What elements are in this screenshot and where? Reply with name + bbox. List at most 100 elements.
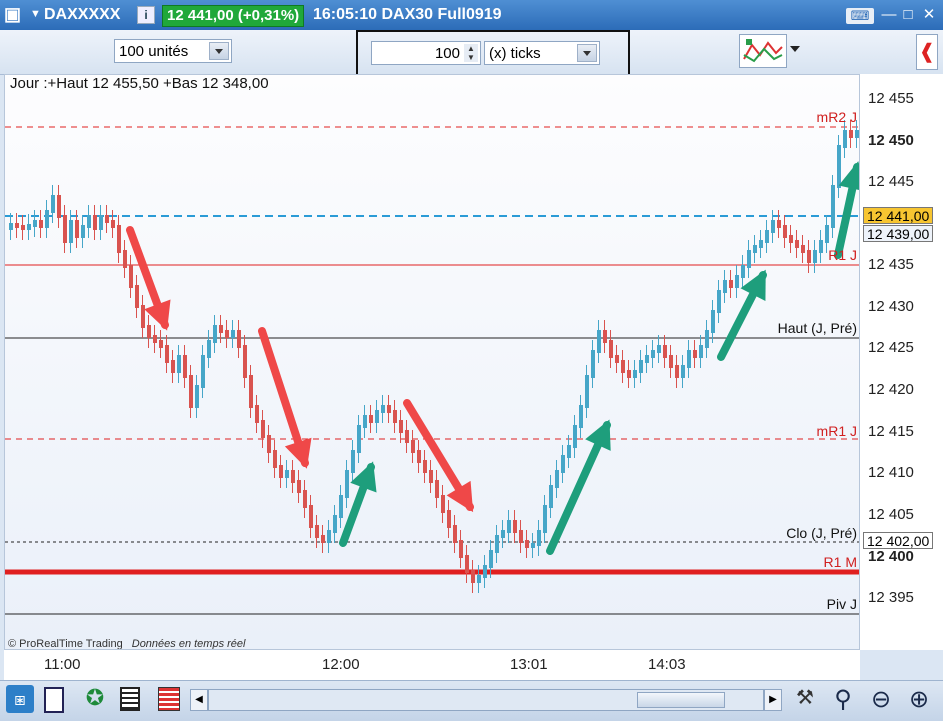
- candle-body: [813, 250, 817, 263]
- candle-body: [579, 405, 583, 428]
- time-axis[interactable]: 11:00 12:00 13:01 14:03: [4, 650, 860, 680]
- time-tick: 14:03: [648, 656, 686, 673]
- price-tick: 12 405: [868, 506, 914, 523]
- candle-body: [669, 355, 673, 368]
- instrument-name[interactable]: DAXXXXX: [44, 6, 120, 24]
- price-tick: 12 425: [868, 339, 914, 356]
- candle-body: [753, 245, 757, 253]
- time-tick: 12:00: [322, 656, 360, 673]
- candle-body: [231, 330, 235, 338]
- candle-body: [519, 530, 523, 543]
- mr2-label: mR2 J: [816, 109, 857, 125]
- candle-body: [699, 345, 703, 358]
- candle-body: [117, 225, 121, 253]
- candlestick-chart[interactable]: [5, 75, 860, 650]
- candle-body: [291, 470, 295, 483]
- candle-body: [63, 215, 67, 243]
- order-book-icon[interactable]: [158, 687, 180, 711]
- window-menu-icon[interactable]: ▣: [4, 4, 21, 25]
- maximize-icon[interactable]: □: [899, 6, 917, 24]
- scroll-right-button[interactable]: ▶: [764, 689, 782, 711]
- candle-body: [39, 220, 43, 228]
- candle-body: [405, 430, 409, 443]
- list-icon[interactable]: [120, 687, 140, 711]
- candle-body: [717, 290, 721, 313]
- candle-body: [105, 215, 109, 223]
- price-tick: 12 445: [868, 173, 914, 190]
- keyboard-icon[interactable]: ⌨: [846, 8, 874, 24]
- info-icon[interactable]: i: [137, 6, 155, 24]
- candle-body: [429, 470, 433, 483]
- candle-body: [771, 220, 775, 233]
- candle-body: [489, 550, 493, 568]
- footer-note: Données en temps réel: [131, 638, 246, 650]
- candle-body: [537, 530, 541, 546]
- drawing-tool-icon[interactable]: ⚒: [792, 685, 818, 715]
- chevron-down-icon[interactable]: [577, 44, 597, 62]
- candle-body: [183, 355, 187, 378]
- candle-body: [273, 450, 277, 468]
- candle-body: [33, 220, 37, 227]
- r1m-label: R1 M: [823, 554, 857, 570]
- candle-body: [345, 470, 349, 498]
- candle-body: [129, 265, 133, 288]
- price-tick: 12 420: [868, 381, 914, 398]
- candle-body: [729, 280, 733, 288]
- candle-body: [837, 145, 841, 188]
- candle-body: [87, 215, 91, 228]
- chart-tools-icon[interactable]: [739, 34, 787, 68]
- candle-body: [459, 540, 463, 558]
- chevron-down-icon[interactable]: [209, 42, 229, 60]
- candle-body: [93, 215, 97, 230]
- candle-body: [21, 225, 25, 230]
- candle-body: [507, 520, 511, 533]
- chart-tools-dropdown-icon[interactable]: [790, 46, 800, 52]
- dropdown-icon[interactable]: ▼: [30, 8, 41, 20]
- candle-body: [339, 495, 343, 518]
- candle-body: [351, 450, 355, 473]
- zoom-in-icon[interactable]: ⊕: [904, 685, 934, 715]
- candle-body: [627, 370, 631, 378]
- candle-body: [411, 440, 415, 453]
- footer-brand: © ProRealTime Trading: [8, 638, 123, 650]
- horizontal-scrollbar[interactable]: [208, 689, 764, 711]
- chart-header: Jour :+Haut 12 455,50 +Bas 12 348,00: [10, 75, 269, 92]
- price-chart[interactable]: Jour :+Haut 12 455,50 +Bas 12 348,00 mR2…: [4, 74, 860, 650]
- candle-body: [789, 235, 793, 243]
- close-icon[interactable]: ✕: [920, 6, 938, 24]
- piv-label: Piv J: [826, 596, 857, 612]
- panel-toggle-icon[interactable]: ❰: [916, 34, 938, 70]
- candle-body: [399, 420, 403, 433]
- stepper-icon[interactable]: ▲ ▼: [464, 44, 478, 62]
- candle-body: [441, 495, 445, 513]
- zoom-auto-icon[interactable]: ⚲: [828, 685, 858, 715]
- minimize-icon[interactable]: —: [880, 6, 898, 24]
- price-axis[interactable]: 12 455 12 450 12 445 12 441,00 12 439,00…: [860, 74, 943, 650]
- candle-body: [597, 330, 601, 353]
- share-icon[interactable]: ⧆: [6, 685, 34, 713]
- candle-body: [111, 220, 115, 228]
- chart-footer: © ProRealTime Trading Données en temps r…: [8, 638, 246, 650]
- candle-body: [195, 385, 199, 408]
- scroll-left-button[interactable]: ◀: [190, 689, 208, 711]
- price-tick: 12 410: [868, 464, 914, 481]
- candle-body: [171, 360, 175, 373]
- candle-body: [261, 420, 265, 438]
- units-select[interactable]: 100 unités: [114, 39, 232, 63]
- candle-body: [621, 360, 625, 373]
- ticks-input-value: 100: [434, 45, 460, 62]
- candle-body: [825, 225, 829, 243]
- candle-body: [735, 275, 739, 288]
- candle-body: [747, 250, 751, 268]
- layout-icon[interactable]: [44, 687, 64, 713]
- candle-body: [309, 505, 313, 528]
- ticks-input[interactable]: 100 ▲ ▼: [371, 41, 481, 65]
- candle-body: [387, 405, 391, 413]
- zoom-out-icon[interactable]: ⊖: [866, 685, 896, 715]
- candle-body: [147, 325, 151, 338]
- scrollbar-thumb[interactable]: [637, 692, 725, 708]
- ticks-select[interactable]: (x) ticks: [484, 41, 600, 65]
- candle-body: [543, 505, 547, 533]
- candle-body: [123, 250, 127, 268]
- indicator-icon[interactable]: ✪: [84, 685, 106, 713]
